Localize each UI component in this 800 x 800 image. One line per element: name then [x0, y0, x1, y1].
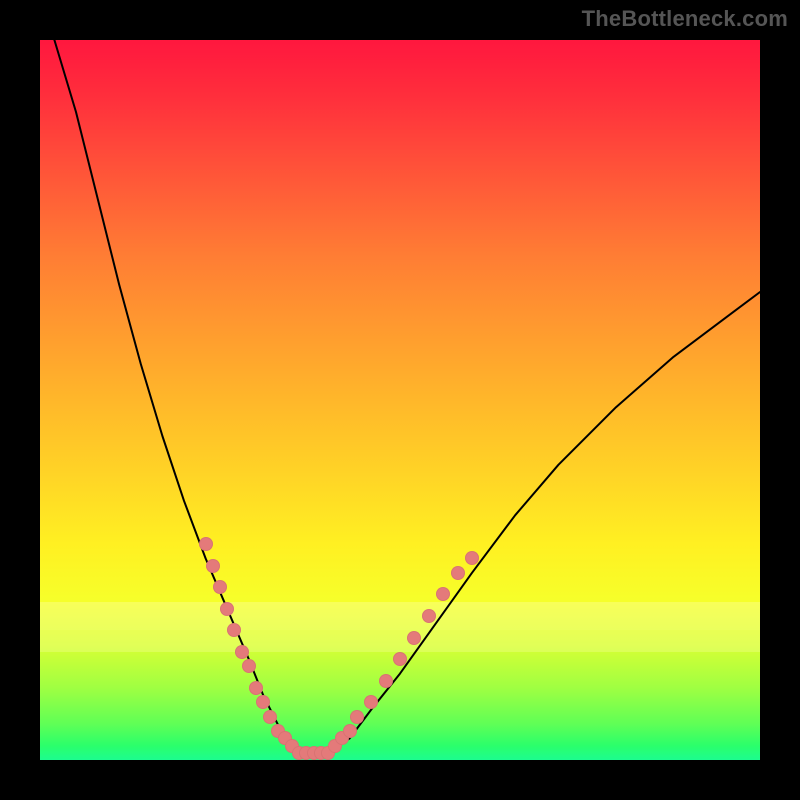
data-point [206, 559, 220, 573]
data-point [213, 580, 227, 594]
data-point [350, 710, 364, 724]
data-point [227, 623, 241, 637]
data-point [263, 710, 277, 724]
data-point [436, 587, 450, 601]
data-point [242, 659, 256, 673]
data-point [407, 631, 421, 645]
plot-area [40, 40, 760, 760]
data-point [199, 537, 213, 551]
data-points-layer [40, 40, 760, 760]
data-point [343, 724, 357, 738]
data-point [451, 566, 465, 580]
data-point [465, 551, 479, 565]
data-point [422, 609, 436, 623]
data-point [235, 645, 249, 659]
data-point [256, 695, 270, 709]
data-point [249, 681, 263, 695]
data-point [379, 674, 393, 688]
watermark-text: TheBottleneck.com [582, 6, 788, 32]
data-point [220, 602, 234, 616]
data-point [364, 695, 378, 709]
stage: TheBottleneck.com [0, 0, 800, 800]
data-point [393, 652, 407, 666]
